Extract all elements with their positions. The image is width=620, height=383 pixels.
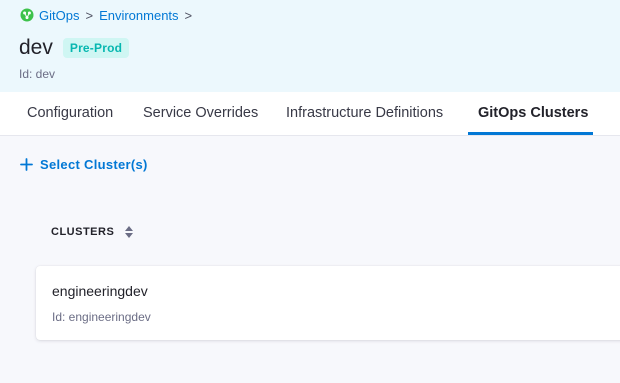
page-title: dev — [19, 36, 53, 59]
page-header: GitOps > Environments > dev Pre-Prod Id:… — [0, 0, 620, 92]
active-tab-indicator — [468, 132, 593, 135]
column-header-label: CLUSTERS — [51, 226, 115, 238]
clusters-column-header: CLUSTERS — [51, 225, 134, 239]
chevron-right-icon: > — [184, 7, 193, 23]
select-clusters-button[interactable]: Select Cluster(s) — [20, 157, 148, 172]
environment-type-badge: Pre-Prod — [62, 38, 130, 58]
tab-configuration[interactable]: Configuration — [27, 92, 113, 135]
table-row[interactable]: engineeringdev Id: engineeringdev — [36, 266, 620, 340]
gitops-icon — [20, 8, 34, 22]
breadcrumb: GitOps > Environments > — [20, 7, 198, 23]
environment-id: Id: dev — [19, 67, 56, 81]
plus-icon — [20, 158, 33, 171]
breadcrumb-item-environments[interactable]: Environments — [99, 8, 178, 23]
tab-service-overrides[interactable]: Service Overrides — [143, 92, 258, 135]
select-clusters-label: Select Cluster(s) — [40, 157, 148, 172]
breadcrumb-item-gitops[interactable]: GitOps — [39, 8, 79, 23]
chevron-right-icon: > — [85, 7, 94, 23]
cluster-id: Id: engineeringdev — [52, 310, 151, 324]
title-row: dev Pre-Prod — [19, 36, 130, 60]
tab-bar: Configuration Service Overrides Infrastr… — [0, 92, 620, 136]
cluster-name: engineeringdev — [52, 283, 148, 299]
sort-icon[interactable] — [124, 225, 134, 239]
tab-gitops-clusters[interactable]: GitOps Clusters — [478, 92, 588, 135]
tab-infrastructure-definitions[interactable]: Infrastructure Definitions — [286, 92, 443, 135]
